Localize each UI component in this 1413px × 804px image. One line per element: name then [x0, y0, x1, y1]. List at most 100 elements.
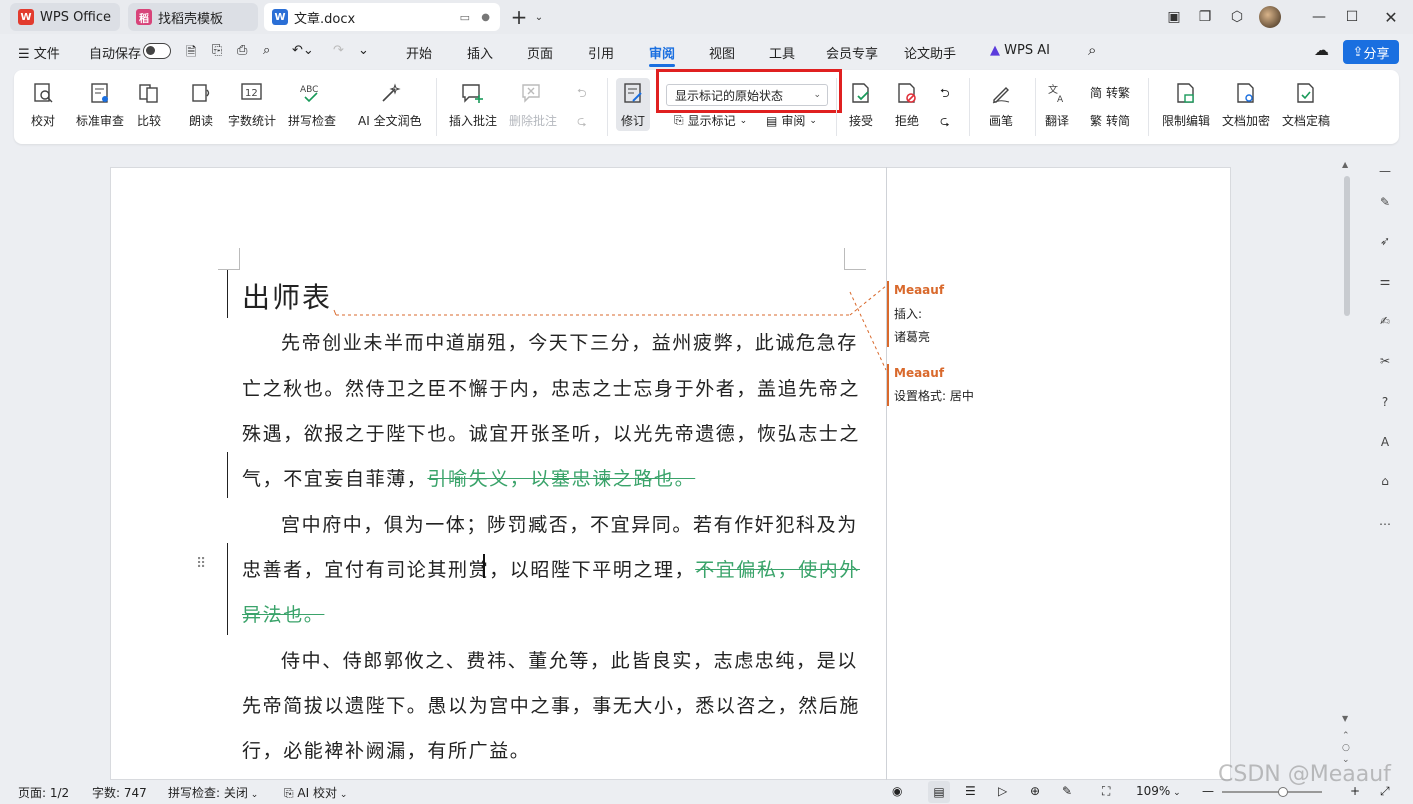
drag-handle-icon[interactable]: ⠿ [196, 556, 206, 572]
play-icon[interactable]: ▷ [998, 784, 1007, 798]
page-indicator[interactable]: 页面: 1/2 [18, 784, 69, 801]
comment-marker [887, 364, 889, 406]
ai-polish-button[interactable]: AI 全文润色 [358, 80, 422, 129]
more-icon[interactable]: ⌄ [358, 43, 369, 58]
proofread-button[interactable]: 校对 [30, 80, 56, 129]
ai-proof-status[interactable]: ⎘ AI 校对 ⌄ [284, 784, 347, 801]
collapse-icon[interactable]: — [1374, 160, 1396, 182]
menu-thesis[interactable]: 论文助手 [904, 43, 956, 62]
pointer-icon[interactable]: ➶ [1374, 230, 1396, 252]
page-view-icon[interactable]: ▤ [928, 781, 950, 803]
spell-check-button[interactable]: ABC 拼写检查 [288, 80, 336, 129]
menu-membership[interactable]: 会员专享 [826, 43, 878, 62]
tab-document[interactable]: W 文章.docx ▭ ● [264, 3, 500, 31]
menu-review[interactable]: 审阅 [649, 43, 675, 62]
shirt-icon[interactable]: ⌂ [1374, 470, 1396, 492]
word-count-status[interactable]: 字数: 747 [92, 784, 147, 801]
screen-icon[interactable]: ▭ [460, 11, 470, 24]
to-simplified-button[interactable]: 繁转简 [1090, 112, 1130, 129]
to-traditional-button[interactable]: 简转繁 [1090, 84, 1130, 101]
next-comment-icon[interactable]: ⮎ [577, 112, 587, 133]
zoom-out-icon[interactable]: — [1202, 784, 1214, 798]
show-markup-button[interactable]: ⎘ 显示标记 ⌄ [674, 112, 747, 129]
export-icon[interactable]: ⎘ [212, 43, 222, 58]
photo-icon[interactable]: ▣ [1163, 6, 1185, 28]
prev-change-icon[interactable]: ⮌ [940, 84, 950, 105]
translate-button[interactable]: 文A 翻译 [1044, 80, 1070, 129]
fit-page-icon[interactable]: ⛶ [1102, 784, 1110, 799]
menu-home[interactable]: 开始 [406, 43, 432, 62]
svg-text:A: A [1057, 95, 1064, 104]
pen-icon[interactable]: ✎ [1374, 191, 1396, 213]
read-aloud-button[interactable]: 朗读 [188, 80, 214, 129]
cloud-upload-icon[interactable]: ☁ [1314, 41, 1329, 59]
more-icon[interactable]: … [1374, 510, 1396, 532]
zoom-level[interactable]: 109% ⌄ [1136, 784, 1181, 798]
sliders-icon[interactable]: ⚌ [1374, 270, 1396, 292]
search-icon[interactable]: ⌕ [1088, 41, 1096, 59]
pen-mode-icon[interactable]: ✎ [1062, 784, 1072, 798]
help-icon[interactable]: ? [1374, 391, 1396, 413]
close-icon[interactable]: ✕ [1380, 6, 1402, 28]
print-icon[interactable]: ⎙ [237, 43, 247, 58]
undo-icon[interactable]: ↶⌄ [292, 43, 314, 58]
scrollbar-thumb[interactable] [1344, 176, 1350, 316]
page-nav-icon[interactable]: ⌃ ○ ⌄ [1342, 730, 1350, 766]
edit-doc-icon[interactable]: ✍ [1374, 310, 1396, 332]
zoom-slider[interactable] [1222, 791, 1322, 793]
minimize-icon[interactable]: — [1308, 6, 1330, 28]
text-cursor [483, 554, 485, 578]
tab-docer-templates[interactable]: 稻 找稻壳模板 [128, 3, 258, 31]
spell-check-status[interactable]: 拼写检查: 关闭 ⌄ [168, 784, 258, 801]
file-menu[interactable]: ☰ 文件 [18, 43, 60, 62]
word-count-button[interactable]: 12 字数统计 [228, 80, 276, 129]
ink-button[interactable]: 画笔 [988, 80, 1014, 129]
autosave-toggle[interactable] [143, 43, 171, 59]
accept-button[interactable]: 接受 [848, 80, 874, 129]
chevron-down-icon[interactable]: ⌄ [528, 6, 550, 28]
redo-icon[interactable]: ↷ [333, 43, 344, 58]
maximize-icon[interactable]: ☐ [1341, 6, 1363, 28]
window-icon[interactable]: ❐ [1194, 6, 1216, 28]
insert-comment-button[interactable]: 插入批注 [449, 80, 497, 129]
restrict-edit-button[interactable]: 限制编辑 [1162, 80, 1210, 129]
compare-button[interactable]: 比较 [136, 80, 162, 129]
menu-page[interactable]: 页面 [527, 43, 553, 62]
cube-icon[interactable]: ⬡ [1226, 6, 1248, 28]
encrypt-button[interactable]: 文档加密 [1222, 80, 1270, 129]
zoom-slider-thumb[interactable] [1278, 787, 1288, 797]
save-icon[interactable]: 🗎 [186, 43, 196, 65]
menu-view[interactable]: 视图 [709, 43, 735, 62]
menu-wps-ai[interactable]: ▲ WPS AI [990, 43, 1050, 58]
separator [607, 78, 608, 136]
new-tab-icon[interactable]: + [508, 5, 530, 29]
finalize-button[interactable]: 文档定稿 [1282, 80, 1330, 129]
eye-icon[interactable]: ◉ [892, 784, 902, 798]
web-view-icon[interactable]: ⊕ [1030, 784, 1040, 798]
delete-comment-button[interactable]: 删除批注 [509, 80, 557, 129]
standard-review-button[interactable]: 标准审查 [76, 80, 124, 129]
share-button[interactable]: ⇪ 分享 [1343, 40, 1399, 64]
outline-view-icon[interactable]: ☰ [965, 784, 976, 798]
menu-insert[interactable]: 插入 [467, 43, 493, 62]
separator [836, 78, 837, 136]
menu-tools[interactable]: 工具 [769, 43, 795, 62]
comment-text: 设置格式: 居中 [894, 389, 974, 403]
next-change-icon[interactable]: ⮎ [940, 112, 950, 133]
review-pane-button[interactable]: ▤ 审阅 ⌄ [766, 112, 817, 129]
print-preview-icon[interactable]: ⌕ [263, 43, 270, 58]
tools-icon[interactable]: ✂ [1374, 350, 1396, 372]
avatar[interactable] [1259, 6, 1281, 28]
comment-author[interactable]: Meaauf [894, 366, 944, 380]
track-changes-button[interactable]: 修订 [616, 78, 650, 131]
scroll-down-icon[interactable]: ▼ [1342, 714, 1348, 723]
prev-comment-icon[interactable]: ⮌ [577, 84, 587, 105]
reject-button[interactable]: 拒绝 [894, 80, 920, 129]
paragraph-line: 先帝创业未半而中道崩殂，今天下三分，益州疲弊，此诚危急存 [281, 332, 858, 354]
dot-icon[interactable]: ● [481, 12, 490, 23]
menu-references[interactable]: 引用 [588, 43, 614, 62]
tab-wps-office[interactable]: W WPS Office [10, 3, 120, 31]
comment-author[interactable]: Meaauf [894, 283, 944, 297]
translate-side-icon[interactable]: A [1374, 431, 1396, 453]
scroll-up-icon[interactable]: ▲ [1342, 160, 1348, 169]
